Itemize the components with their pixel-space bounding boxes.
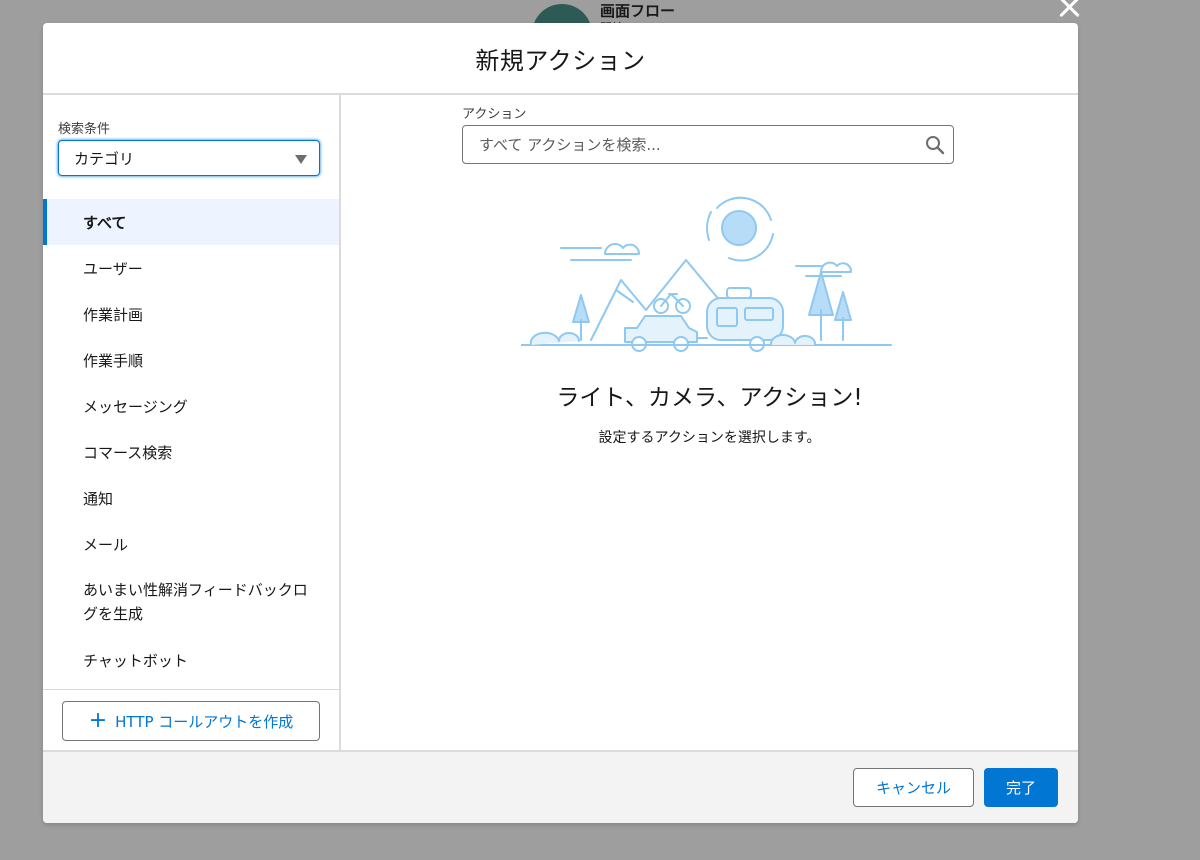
- modal-header: 新規アクション: [43, 23, 1078, 95]
- category-item-email[interactable]: メール: [43, 521, 339, 567]
- category-select-value: カテゴリ: [74, 149, 135, 168]
- empty-state-title: ライト、カメラ、アクション!: [556, 385, 863, 411]
- cancel-button[interactable]: キャンセル: [853, 768, 974, 807]
- category-item-work-step[interactable]: 作業手順: [43, 337, 339, 383]
- flow-node-title: 画面フロー: [600, 2, 676, 20]
- category-item-label: あいまい性解消フィードバックログを生成: [83, 581, 308, 623]
- modal-body: 検索条件 カテゴリ すべて ユーザー 作業計画 作業手順 メッセージング コマー…: [43, 95, 1078, 752]
- create-http-callout-button[interactable]: + HTTP コールアウトを作成: [62, 701, 320, 741]
- category-item-chatbot[interactable]: チャットボット: [43, 637, 339, 683]
- category-item-work-plan[interactable]: 作業計画: [43, 291, 339, 337]
- category-item-notification[interactable]: 通知: [43, 475, 339, 521]
- category-item-messaging[interactable]: メッセージング: [43, 383, 339, 429]
- category-select[interactable]: カテゴリ: [58, 140, 320, 176]
- filter-label: 検索条件: [58, 122, 111, 137]
- empty-state-subtitle: 設定するアクションを選択します。: [598, 430, 821, 446]
- action-main-panel: アクション すべて アクションを検索... ライト、カメラ、アクション! 設定す…: [341, 95, 1078, 752]
- category-item-label: すべて: [83, 213, 127, 232]
- create-http-callout-label: HTTP コールアウトを作成: [115, 712, 294, 731]
- modal-title: 新規アクション: [475, 46, 646, 75]
- category-item-commerce-search[interactable]: コマース検索: [43, 429, 339, 475]
- category-item-user[interactable]: ユーザー: [43, 245, 339, 291]
- category-item-label: 作業計画: [83, 305, 144, 324]
- plus-icon: +: [88, 708, 108, 733]
- category-item-label: メール: [83, 535, 129, 554]
- sidebar-footer: + HTTP コールアウトを作成: [43, 689, 339, 752]
- category-sidebar: 検索条件 カテゴリ すべて ユーザー 作業計画 作業手順 メッセージング コマー…: [43, 95, 341, 752]
- category-list: すべて ユーザー 作業計画 作業手順 メッセージング コマース検索 通知 メール…: [43, 199, 339, 683]
- search-input[interactable]: [463, 126, 903, 163]
- category-item-label: コマース検索: [83, 443, 173, 462]
- search-label: アクション: [462, 107, 527, 122]
- done-button[interactable]: 完了: [984, 768, 1058, 807]
- category-item-disambiguation-feedback[interactable]: あいまい性解消フィードバックログを生成: [43, 567, 339, 637]
- new-action-modal: 新規アクション 検索条件 カテゴリ すべて ユーザー 作業計画 作業手順 メッセ…: [43, 23, 1078, 823]
- camping-illustration-icon: [521, 196, 892, 352]
- search-box[interactable]: [462, 125, 954, 164]
- category-item-label: 通知: [83, 489, 114, 508]
- chevron-down-icon: [295, 155, 307, 164]
- category-item-label: チャットボット: [83, 651, 188, 670]
- search-icon[interactable]: [925, 135, 945, 155]
- close-icon[interactable]: [1056, 0, 1082, 20]
- category-item-label: メッセージング: [83, 397, 188, 416]
- category-item-label: 作業手順: [83, 351, 144, 370]
- modal-footer: キャンセル 完了: [43, 750, 1078, 823]
- category-item-all[interactable]: すべて: [43, 199, 339, 245]
- category-item-label: ユーザー: [83, 259, 143, 278]
